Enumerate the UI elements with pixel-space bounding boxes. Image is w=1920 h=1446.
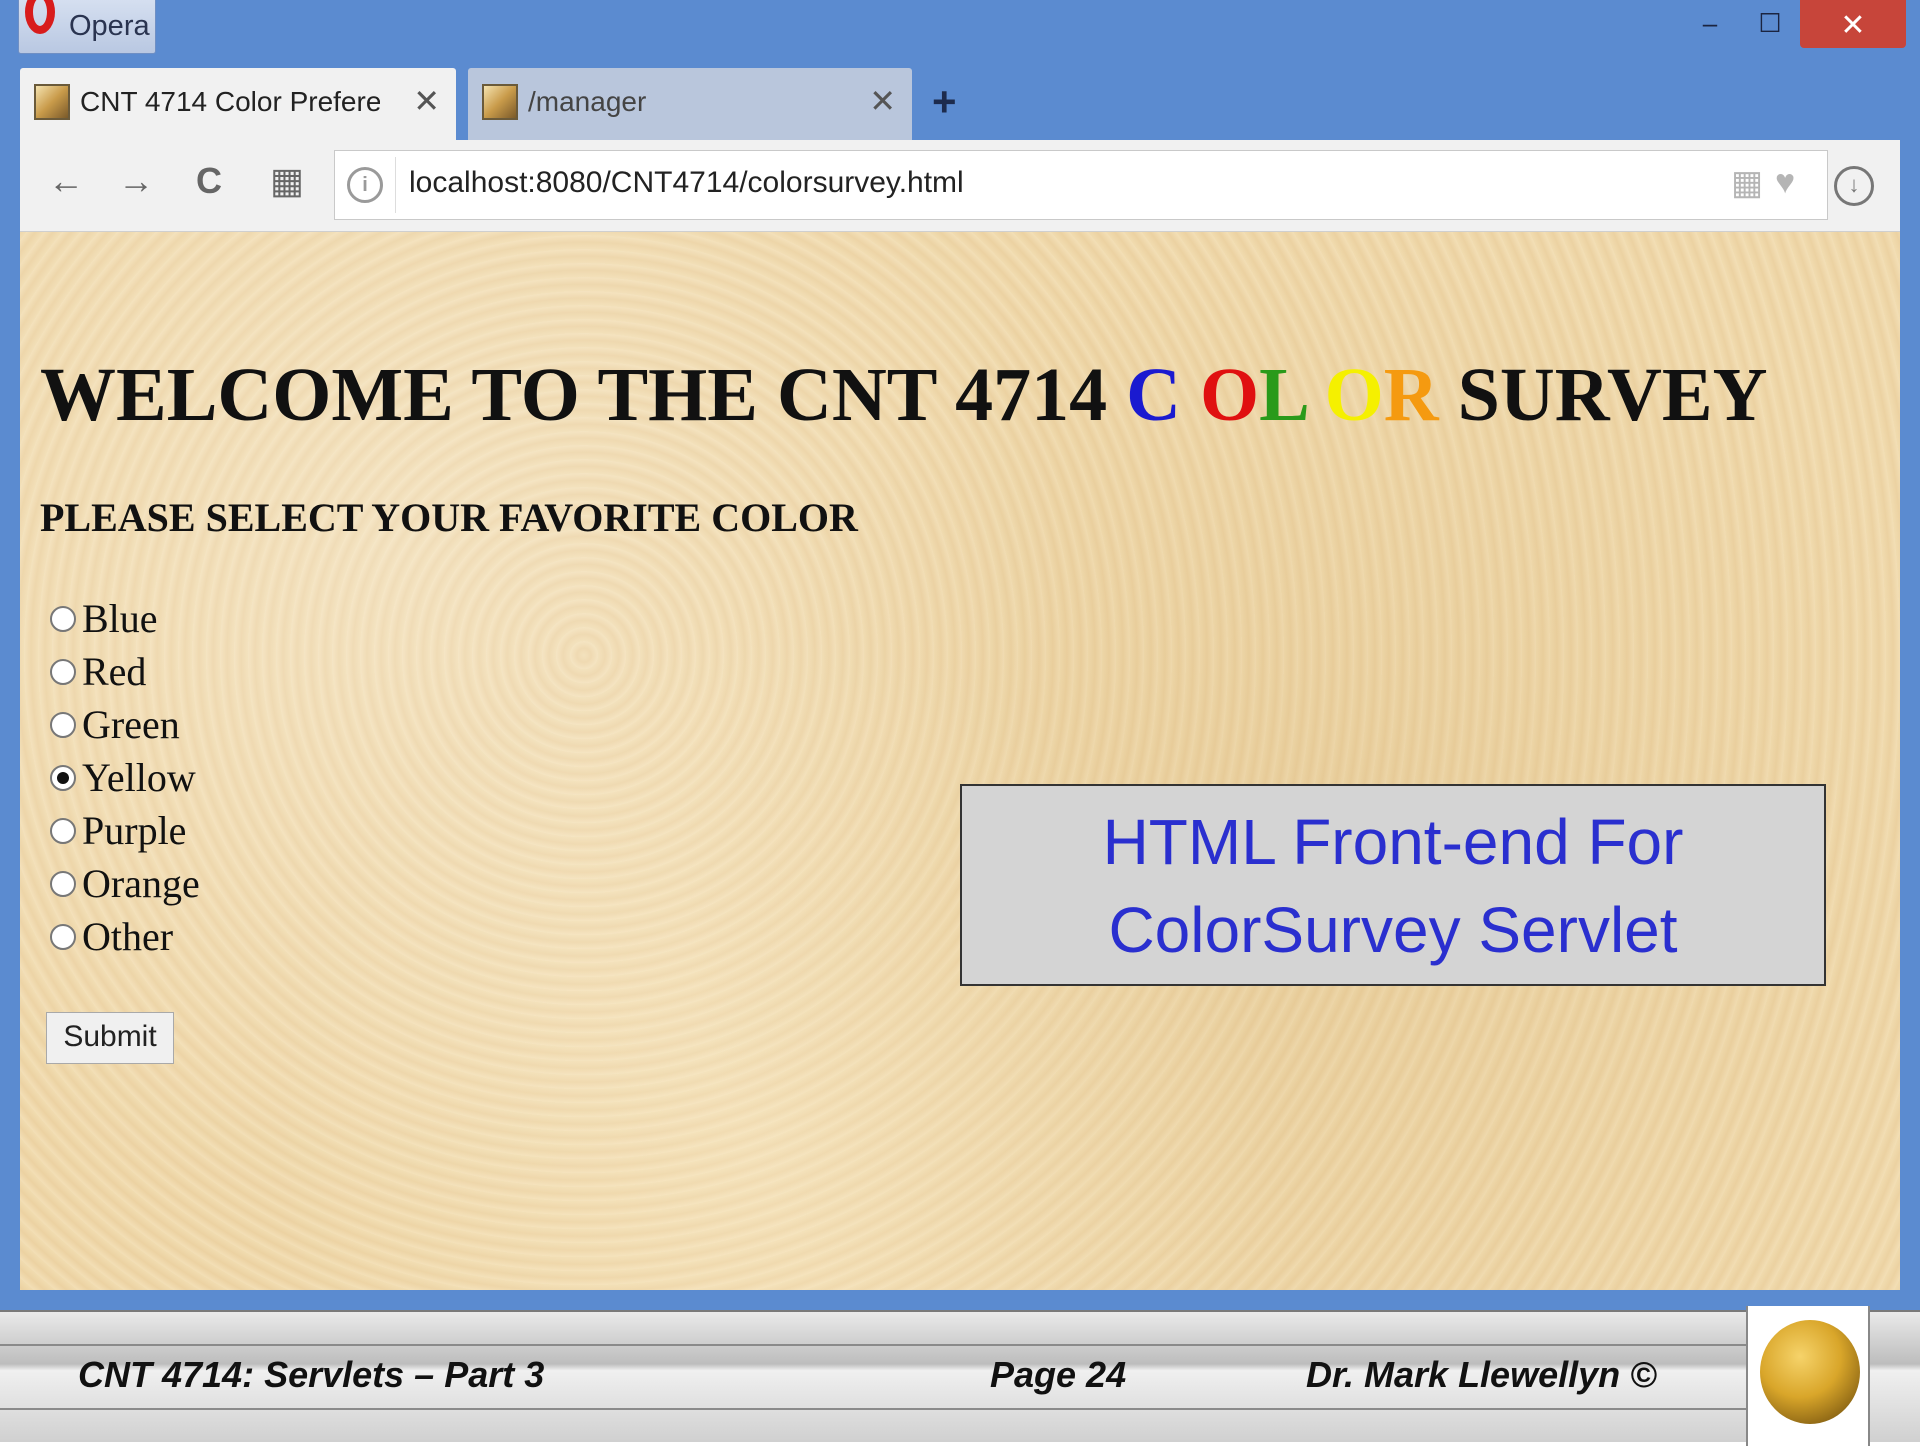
color-letter [1306,353,1325,437]
color-radio-group: Blue Red Green Yellow Purple Orange Othe… [50,592,200,963]
maximize-button[interactable]: ☐ [1746,0,1794,38]
logo-frame [1746,1306,1870,1446]
welcome-suffix: SURVEY [1438,353,1768,437]
heart-bookmark-icon[interactable]: ♥ [1775,163,1795,202]
submit-button[interactable]: Submit [46,1012,174,1064]
select-color-subheading: PLEASE SELECT YOUR FAVORITE COLOR [40,495,858,540]
option-orange[interactable]: Orange [50,857,200,910]
radio-button[interactable] [50,817,76,844]
option-label: Red [82,649,147,694]
radio-button[interactable] [50,923,76,950]
footer-divider [0,1344,1746,1346]
option-label: Other [82,914,174,959]
color-letter: R [1383,353,1439,437]
option-red[interactable]: Red [50,645,200,698]
option-label: Blue [82,596,158,641]
tab-manager[interactable]: /manager ✕ [468,68,912,140]
url-divider [395,157,396,213]
radio-button[interactable] [50,764,76,791]
color-letter: O [1199,353,1260,437]
site-info-icon[interactable]: i [347,167,383,203]
slide-annotation-box: HTML Front-end For ColorSurvey Servlet [960,784,1826,986]
back-arrow-icon[interactable]: ← [48,160,84,202]
slide-footer: CNT 4714: Servlets – Part 3 Page 24 Dr. … [0,1306,1920,1446]
option-label: Orange [82,861,200,906]
color-letter [1181,353,1200,437]
app-name: Opera [69,10,150,42]
radio-button[interactable] [50,870,76,897]
new-tab-button[interactable]: + [932,78,957,126]
color-letter: C [1126,353,1181,437]
annotation-line-1: HTML Front-end For [1102,806,1684,878]
radio-button[interactable] [50,711,76,738]
option-label: Yellow [82,755,196,800]
option-label: Green [82,702,180,747]
close-window-button[interactable]: ✕ [1800,0,1906,48]
welcome-heading: WELCOME TO THE CNT 4714 C OL OR SURVEY [40,352,1767,439]
annotation-line-2: ColorSurvey Servlet [1108,894,1678,966]
welcome-prefix: WELCOME TO THE CNT 4714 [40,353,1127,437]
download-icon[interactable]: ↓ [1834,166,1874,206]
footer-author: Dr. Mark Llewellyn © [1306,1354,1657,1395]
option-other[interactable]: Other [50,910,200,963]
color-word: C OL OR [1126,353,1439,437]
tab-title: /manager [528,86,647,117]
university-logo [1760,1320,1860,1424]
color-letter: L [1259,353,1306,437]
tomcat-favicon-icon [34,84,70,120]
tomcat-favicon-icon [482,84,518,120]
color-letter: O [1324,353,1384,437]
close-tab-icon[interactable]: ✕ [413,82,440,120]
opera-menu-button[interactable]: Opera [18,0,156,54]
page-content: WELCOME TO THE CNT 4714 C OL OR SURVEY P… [20,232,1900,1290]
minimize-button[interactable]: – [1686,0,1734,38]
footer-page-number: Page 24 [990,1354,1127,1395]
option-purple[interactable]: Purple [50,804,200,857]
radio-button[interactable] [50,605,76,632]
close-tab-icon[interactable]: ✕ [869,82,896,120]
browser-window: Opera – ☐ ✕ CNT 4714 Color Preference ✕ … [0,0,1920,1310]
forward-arrow-icon[interactable]: → [118,160,154,202]
footer-divider [0,1408,1746,1410]
option-green[interactable]: Green [50,698,200,751]
reload-icon[interactable]: C [196,160,222,202]
tab-color-preference[interactable]: CNT 4714 Color Preference ✕ [20,68,456,140]
option-label: Purple [82,808,187,853]
speed-dial-add-icon[interactable]: ▦ [1731,163,1763,203]
tab-title: CNT 4714 Color Preference [80,86,380,117]
address-bar[interactable]: i localhost:8080/CNT4714/colorsurvey.htm… [334,150,1828,220]
option-yellow[interactable]: Yellow [50,751,200,804]
opera-logo-icon [25,0,55,34]
url-text[interactable]: localhost:8080/CNT4714/colorsurvey.html [409,166,964,200]
footer-course: CNT 4714: Servlets – Part 3 [78,1354,545,1395]
speed-dial-icon[interactable]: ▦ [270,160,304,202]
navigation-toolbar: ← → C ▦ i localhost:8080/CNT4714/colorsu… [20,140,1900,232]
radio-button[interactable] [50,658,76,685]
option-blue[interactable]: Blue [50,592,200,645]
